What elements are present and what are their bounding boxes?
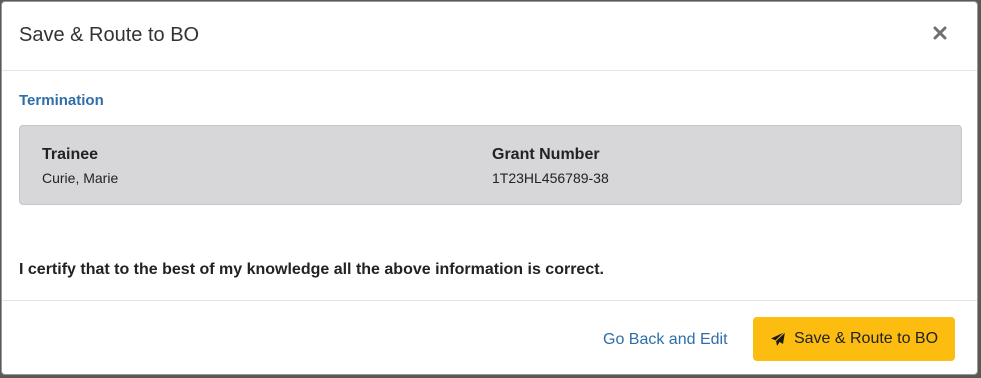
trainee-column: Trainee Curie, Marie [42, 146, 118, 186]
modal-body: Termination Trainee Curie, Marie Grant N… [2, 71, 977, 301]
close-button[interactable] [933, 26, 953, 46]
go-back-and-edit-link[interactable]: Go Back and Edit [603, 331, 728, 349]
grant-number-column: Grant Number 1T23HL456789-38 [492, 146, 609, 186]
paper-plane-icon [770, 331, 786, 346]
termination-link[interactable]: Termination [19, 92, 104, 109]
grant-number-label: Grant Number [492, 146, 600, 163]
save-route-to-bo-label: Save & Route to BO [793, 330, 939, 347]
modal-footer: Go Back and Edit Save & Route to BO [2, 301, 977, 375]
grant-number-value: 1T23HL456789-38 [492, 170, 609, 186]
save-route-to-bo-button[interactable]: Save & Route to BO [753, 317, 955, 361]
close-icon [933, 26, 947, 40]
trainee-info-panel: Trainee Curie, Marie Grant Number 1T23HL… [19, 125, 962, 205]
trainee-value: Curie, Marie [42, 170, 119, 186]
certification-text: I certify that to the best of my knowled… [19, 261, 604, 278]
trainee-label: Trainee [42, 146, 99, 163]
modal-header: Save & Route to BO [2, 2, 977, 71]
save-route-modal: Save & Route to BO Termination Trainee C… [1, 1, 978, 375]
modal-title: Save & Route to BO [19, 24, 200, 46]
